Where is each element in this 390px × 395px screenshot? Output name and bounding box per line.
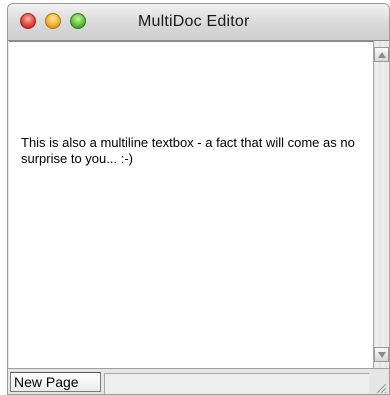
close-button[interactable]	[20, 13, 36, 29]
scroll-up-button[interactable]	[374, 47, 389, 62]
scroll-up-icon	[378, 52, 386, 58]
editor-window: MultiDoc Editor This is also a multiline…	[7, 3, 390, 395]
status-field	[104, 373, 369, 394]
scroll-down-button[interactable]	[374, 347, 389, 362]
textbox-content[interactable]: This is also a multiline textbox - a fac…	[21, 135, 361, 167]
multiline-textbox[interactable]: This is also a multiline textbox - a fac…	[9, 41, 373, 368]
bottom-bar: New Page	[8, 368, 389, 394]
window-title: MultiDoc Editor	[138, 13, 250, 30]
titlebar[interactable]: MultiDoc Editor	[8, 4, 389, 41]
scroll-down-icon	[378, 352, 386, 358]
resize-grip-icon[interactable]	[373, 380, 387, 394]
zoom-button[interactable]	[70, 13, 86, 29]
vertical-scrollbar[interactable]	[373, 41, 389, 368]
minimize-button[interactable]	[45, 13, 61, 29]
new-page-button[interactable]: New Page	[10, 372, 101, 392]
